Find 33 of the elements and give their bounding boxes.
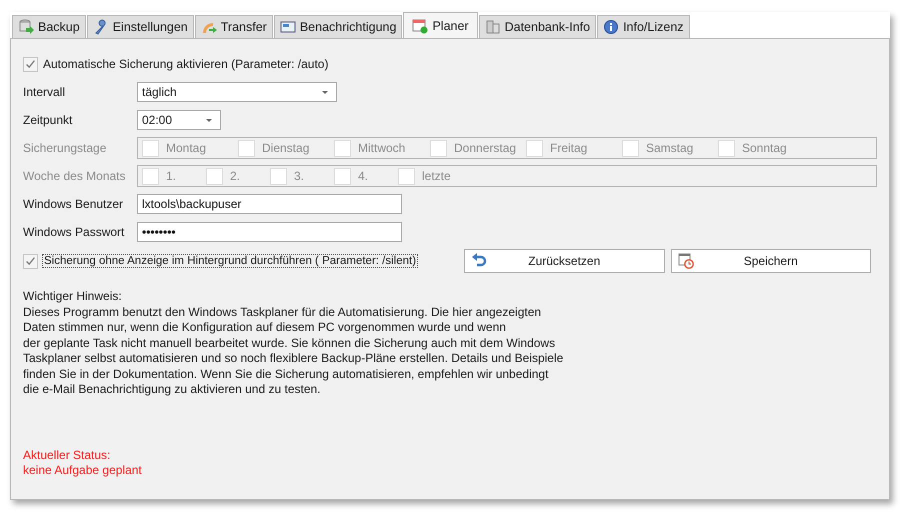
status-heading: Aktueller Status: [23, 448, 112, 462]
note-paragraph: Dieses Programm benutzt den Windows Taskplaner für die Automatisierung. Die hier angezeigten Daten stimmen nur, wenn die Konfiguration auf diesem PC vorgenommen wurde und wenn der geplante Task nicht manuell bearbeitet wurde. Sie können die Sicherung auch mit dem Windows Taskplaner selbst automatisieren und so noch flexiblere Backup-Pläne erstellen. Details und Beispiele finden Sie in der Dokumentation. Wenn Sie die Sicherung automatisieren, empfehlen wir unbedingt die e-Mail Benachrichtigung zu aktivieren und zu testen. [23, 304, 564, 398]
status-text: keine Aufgabe geplant [23, 462, 143, 478]
database-icon [18, 19, 34, 35]
tab[interactable]: Info/Lizenz [597, 15, 690, 38]
field-label: Sicherungstage [23, 141, 108, 155]
calendar-clock-icon [678, 253, 694, 269]
tab[interactable]: Datenbank-Info [478, 15, 596, 38]
checkbox-label[interactable]: Automatische Sicherung aktivieren (Parameter: /auto) [43, 57, 328, 71]
tab[interactable]: Benachrichtigung [274, 15, 402, 38]
field-label: Windows Passwort [23, 225, 126, 239]
interval-dropdown[interactable]: täglich [137, 82, 337, 102]
calendar-icon [412, 18, 428, 34]
save-button[interactable]: Speichern [670, 249, 871, 273]
field-label: Windows Benutzer [23, 197, 124, 211]
checkbox-label[interactable]: Sicherung ohne Anzeige im Hintergrund durchführen ( Parameter: /silent) [42, 254, 418, 268]
field-label: Zeitpunkt [23, 113, 74, 127]
tab[interactable]: Planer [403, 12, 478, 38]
field-label: Intervall [23, 85, 66, 99]
checkbox[interactable] [23, 56, 38, 72]
tab[interactable]: Backup [12, 15, 86, 38]
tab[interactable]: Transfer [194, 15, 273, 38]
user-field[interactable]: lxtools\backupuser [137, 194, 402, 214]
password-field[interactable]: •••••••• [137, 222, 402, 242]
envelope-icon [280, 19, 296, 35]
info-icon [603, 19, 620, 35]
note-heading: Wichtiger Hinweis: [23, 289, 123, 304]
undo-arrow-icon [471, 253, 487, 269]
time-dropdown[interactable]: 02:00 [137, 110, 221, 130]
checkbox[interactable] [23, 254, 38, 268]
field-label: Woche des Monats [23, 169, 126, 183]
reset-button[interactable]: Zurücksetzen [464, 249, 664, 273]
tab[interactable]: Einstellungen [86, 15, 194, 38]
